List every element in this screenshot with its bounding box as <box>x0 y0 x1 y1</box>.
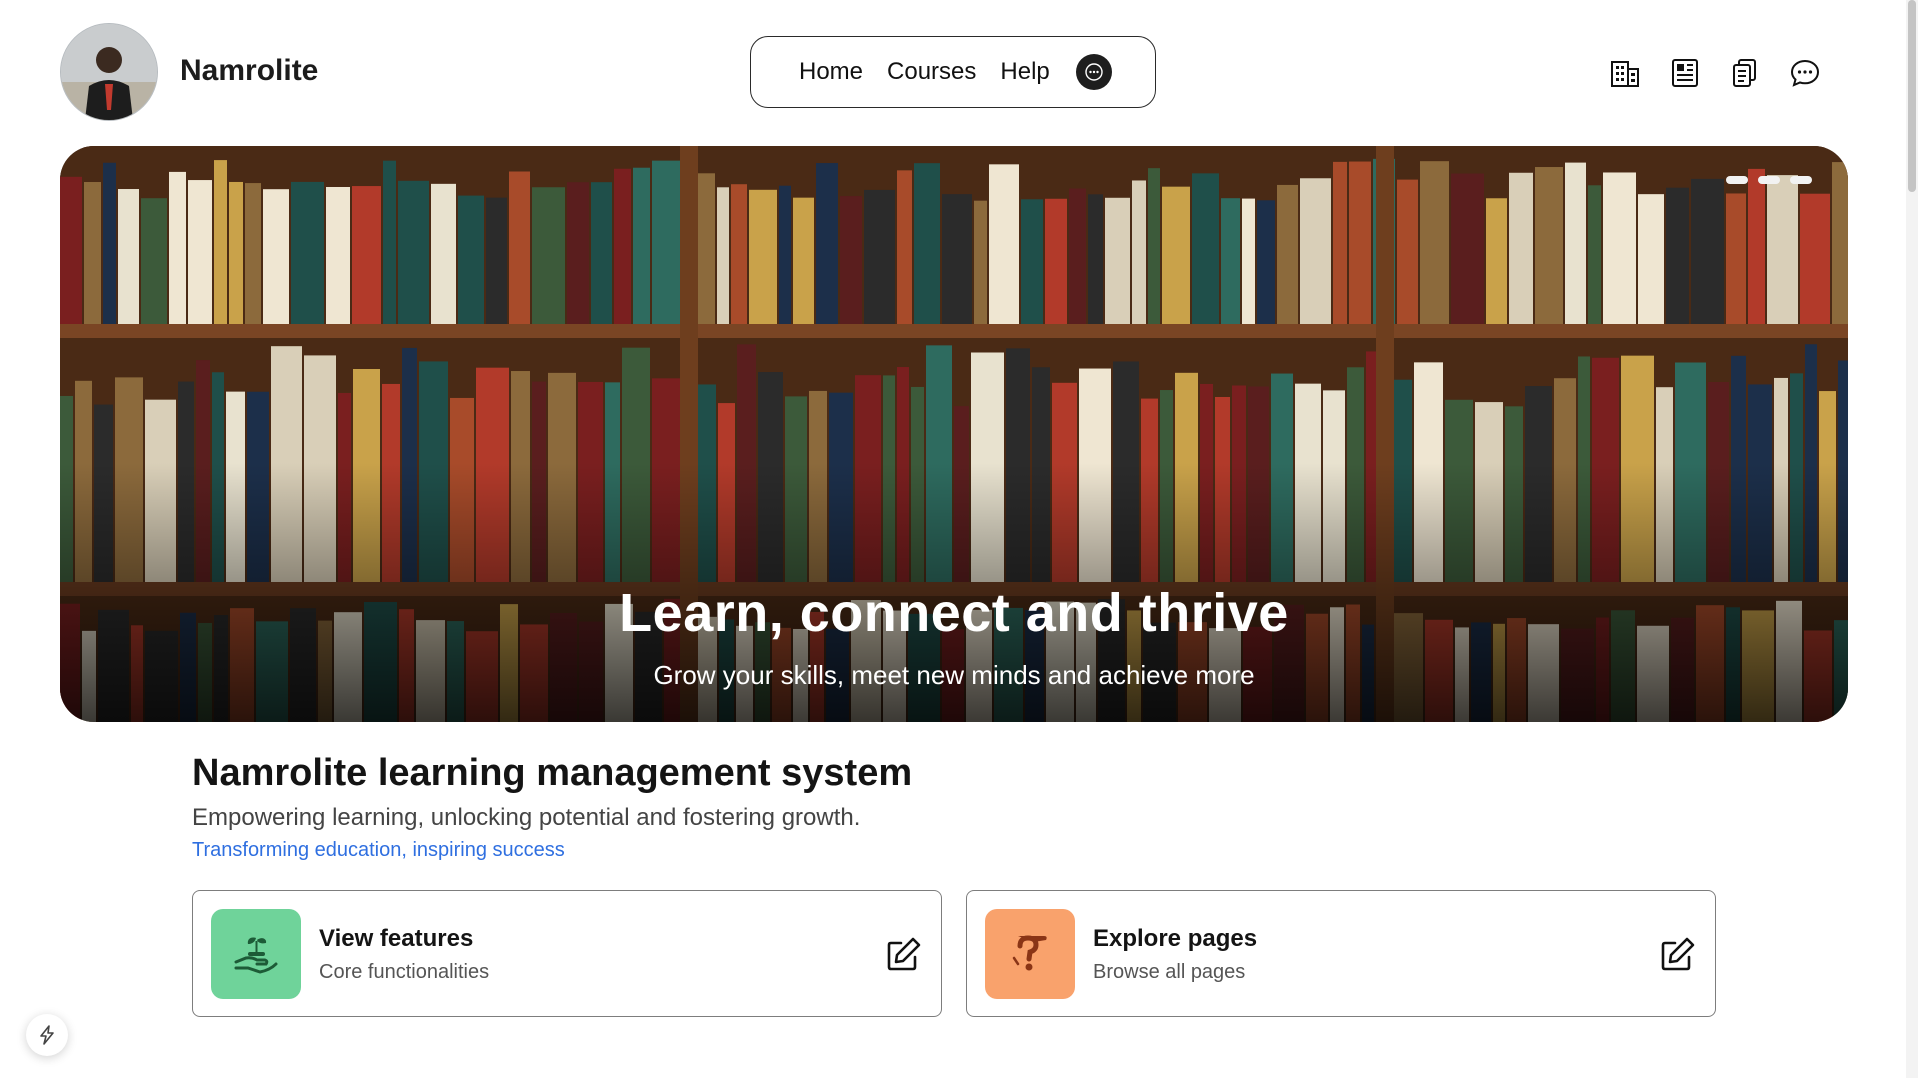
hero-subtitle: Grow your skills, meet new minds and ach… <box>653 660 1255 690</box>
avatar-photo <box>61 24 157 120</box>
clipboard-icon[interactable] <box>1728 56 1762 90</box>
carousel-dot[interactable] <box>1726 176 1748 184</box>
nav-courses[interactable]: Courses <box>887 58 976 86</box>
brand-name[interactable]: Namrolite <box>180 54 318 88</box>
explore-pages-card[interactable]: Explore pages Browse all pages <box>966 890 1716 1017</box>
building-icon[interactable] <box>1608 56 1642 90</box>
more-options-button[interactable] <box>1075 54 1112 90</box>
tagline-link[interactable]: Transforming education, inspiring succes… <box>192 839 565 862</box>
card-title: View features <box>319 925 474 952</box>
main-nav: Home Courses Help <box>750 36 1156 108</box>
plant-hand-icon <box>211 909 301 999</box>
quick-action-button[interactable] <box>26 1014 68 1056</box>
card-subtitle: Browse all pages <box>1093 961 1246 983</box>
nav-help[interactable]: Help <box>1000 58 1049 86</box>
edit-icon[interactable] <box>885 935 923 973</box>
more-icon <box>1085 63 1103 81</box>
nav-home[interactable]: Home <box>799 58 863 86</box>
carousel-indicators <box>1726 176 1812 184</box>
lightning-icon <box>40 1025 54 1045</box>
newspaper-icon[interactable] <box>1668 56 1702 90</box>
hero-title: Learn, connect and thrive <box>619 583 1289 643</box>
scrollbar-thumb[interactable] <box>1908 0 1916 192</box>
page-subtitle: Empowering learning, unlocking potential… <box>192 804 861 831</box>
view-features-card[interactable]: View features Core functionalities <box>192 890 942 1017</box>
chat-icon[interactable] <box>1788 56 1822 90</box>
card-subtitle: Core functionalities <box>319 961 490 983</box>
profile-avatar[interactable] <box>60 23 158 121</box>
card-title: Explore pages <box>1093 925 1258 952</box>
question-hand-icon <box>985 909 1075 999</box>
carousel-dot[interactable] <box>1790 176 1812 184</box>
edit-icon[interactable] <box>1659 935 1697 973</box>
carousel-dot[interactable] <box>1758 176 1780 184</box>
page-title: Namrolite learning management system <box>192 752 913 794</box>
header-actions <box>1608 56 1822 90</box>
hero-carousel[interactable]: Learn, connect and thrive Grow your skil… <box>60 146 1848 722</box>
scrollbar[interactable] <box>1906 0 1918 1078</box>
